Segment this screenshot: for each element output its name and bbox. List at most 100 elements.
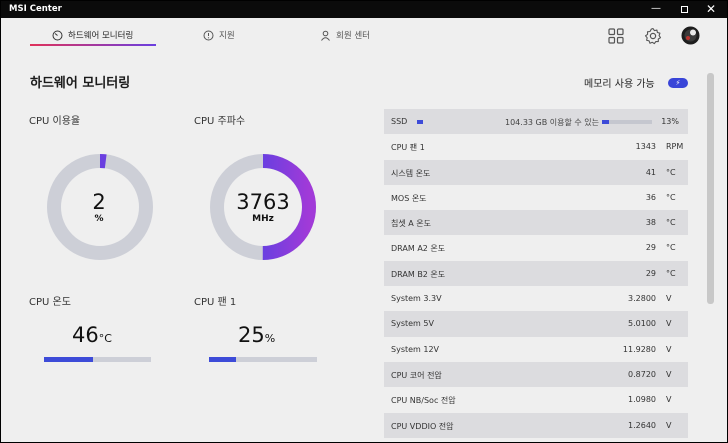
maximize-icon <box>680 6 688 13</box>
cpu-fan-value: 25 <box>238 323 265 347</box>
cpu-temp-bar <box>44 357 151 362</box>
user-icon <box>320 30 331 41</box>
app-title: MSI Center <box>9 4 62 14</box>
cpu-usage-value: 2 <box>92 190 106 214</box>
sensor-unit: V <box>666 319 672 329</box>
sensor-row: CPU NB/Soc 전압 1.0980 V <box>384 387 688 412</box>
gauge-icon <box>52 30 63 41</box>
sensor-name: CPU 코어 전압 <box>391 370 442 380</box>
tab-support[interactable]: 지원 <box>203 25 235 45</box>
scrollbar[interactable] <box>707 73 714 304</box>
sensor-name: DRAM A2 온도 <box>391 244 446 254</box>
cpu-usage-label: CPU 이용율 <box>29 116 81 127</box>
cpu-temp-value: 46 <box>72 323 99 347</box>
cpu-temp-bar-fill <box>44 357 94 362</box>
ssd-usage-fill <box>602 120 609 124</box>
close-button[interactable]: ✕ <box>698 1 724 18</box>
page-title: 하드웨어 모니터링 <box>30 76 131 91</box>
ssd-icon-bar <box>417 120 423 124</box>
sensor-name: CPU NB/Soc 전압 <box>391 396 456 406</box>
sensor-name: System 12V <box>391 344 440 354</box>
sensor-row: 시스템 온도 41 °C <box>384 159 688 185</box>
sensor-value: 36 <box>645 192 656 202</box>
sensor-row: System 5V 5.0100 V <box>384 311 688 337</box>
sensor-value: 0.8720 <box>628 369 656 379</box>
sensor-unit: °C <box>666 218 676 228</box>
memory-available-label: 메모리 사용 가능 <box>584 79 655 90</box>
sensor-name: CPU VDDIO 전압 <box>391 421 454 431</box>
tab-label: 회원 센터 <box>336 31 370 41</box>
maximize-button[interactable] <box>671 1 697 18</box>
sensor-row: CPU 팬 1 1343 RPM <box>384 134 688 159</box>
memory-boost-button[interactable]: ⚡ <box>668 78 688 88</box>
gear-icon <box>644 27 662 45</box>
grid-view-button[interactable] <box>607 27 625 45</box>
cpu-temp-unit: °C <box>98 332 112 345</box>
sensor-row: 칩셋 A 온도 38 °C <box>384 210 688 236</box>
sensor-unit: RPM <box>666 142 684 152</box>
cpu-usage-readout: 2 % <box>39 190 159 225</box>
sensor-unit: °C <box>666 243 676 253</box>
avatar-icon <box>681 26 700 45</box>
sensor-unit: °C <box>666 192 676 202</box>
settings-button[interactable] <box>644 27 662 45</box>
cpu-temp-label: CPU 온도 <box>29 297 71 308</box>
sensor-name: System 5V <box>391 319 434 329</box>
sensor-value: 3.2800 <box>628 294 656 304</box>
sensor-row: CPU VDDIO 전압 1.2640 V <box>384 412 688 438</box>
sensor-value: 29 <box>645 268 656 278</box>
cpu-freq-value: 3763 <box>236 190 290 214</box>
close-icon: ✕ <box>705 2 717 16</box>
grid-icon <box>608 28 624 44</box>
sensor-row: MOS 온도 36 °C <box>384 185 688 210</box>
sensor-row: System 12V 11.9280 V <box>384 337 688 362</box>
cpu-freq-readout: 3763 MHz <box>203 190 323 225</box>
sensor-name: 시스템 온도 <box>391 168 431 178</box>
sensor-list: SSD 104.33 GB 이용할 수 있는 13% CPU 팬 1 1343 RP… <box>384 109 688 438</box>
sensor-name: CPU 팬 1 <box>391 143 425 153</box>
tab-member-center[interactable]: 회원 센터 <box>320 25 370 45</box>
sensor-row: CPU 코어 전압 0.8720 V <box>384 361 688 388</box>
sensor-unit: °C <box>666 167 676 177</box>
sensor-name: DRAM B2 온도 <box>391 269 446 279</box>
sensor-value: 1343 <box>635 142 656 152</box>
sensor-name: 칩셋 A 온도 <box>391 219 431 229</box>
active-tab-indicator <box>30 44 156 46</box>
ssd-free-space: 104.33 GB 이용할 수 있는 <box>505 118 600 127</box>
sensor-unit: V <box>666 369 672 379</box>
sensor-value: 38 <box>645 218 656 228</box>
sensor-name: MOS 온도 <box>391 193 427 203</box>
tab-hardware-monitoring[interactable]: 하드웨어 모니터링 <box>52 25 133 45</box>
app-window: MSI Center — ✕ 하드웨어 모니터링 지원 회원 센터 하드웨어 모… <box>1 1 727 442</box>
sensor-value: 41 <box>645 167 656 177</box>
title-bar: MSI Center — ✕ <box>1 1 727 18</box>
cpu-fan-bar <box>209 357 317 362</box>
sensor-row: DRAM B2 온도 29 °C <box>384 260 688 287</box>
sensor-value: 5.0100 <box>628 319 656 329</box>
cpu-fan-label: CPU 팬 1 <box>194 297 237 308</box>
sensor-value: 11.9280 <box>622 344 656 354</box>
cpu-freq-unit: MHz <box>252 214 274 224</box>
sensor-unit: V <box>666 294 672 304</box>
cpu-freq-label: CPU 주파수 <box>194 116 246 127</box>
tab-label: 지원 <box>219 31 235 41</box>
sensor-unit: °C <box>666 268 676 278</box>
sensor-unit: V <box>666 395 672 405</box>
sensor-value: 1.2640 <box>628 420 656 430</box>
sensor-row: DRAM A2 온도 29 °C <box>384 235 688 260</box>
sensor-value: 29 <box>645 243 656 253</box>
cpu-fan-readout: 25% <box>238 323 275 347</box>
ssd-name: SSD <box>391 117 408 126</box>
chat-icon <box>203 30 214 41</box>
cpu-fan-unit: % <box>264 332 276 345</box>
lightning-icon: ⚡ <box>675 79 681 87</box>
minimize-button[interactable]: — <box>643 1 669 18</box>
ssd-usage-value: 13% <box>661 117 679 126</box>
sensor-unit: V <box>666 344 672 354</box>
cpu-temp-readout: 46°C <box>72 323 112 347</box>
sensor-value: 1.0980 <box>628 395 656 405</box>
cpu-fan-bar-fill <box>209 357 236 362</box>
ssd-row: SSD 104.33 GB 이용할 수 있는 13% <box>384 109 688 135</box>
cpu-usage-unit: % <box>94 214 104 224</box>
profile-avatar[interactable] <box>681 26 700 45</box>
